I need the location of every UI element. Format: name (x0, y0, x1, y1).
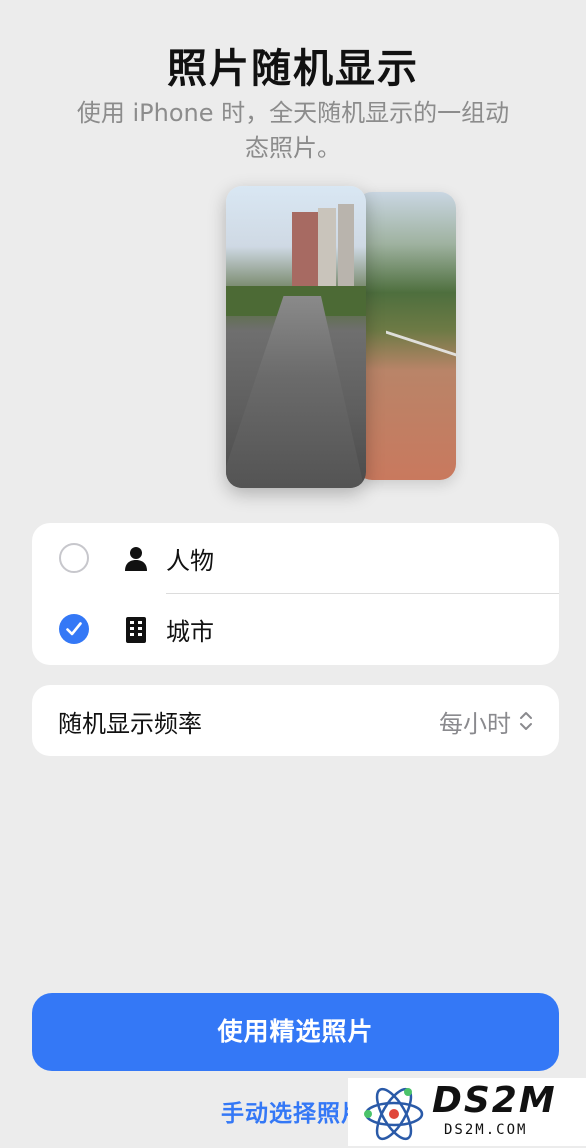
option-label-city: 城市 (166, 618, 214, 646)
preview-photo-stairs (356, 192, 456, 480)
frequency-label: 随机显示频率 (58, 710, 202, 738)
watermark-brand: DS2M (432, 1080, 557, 1121)
option-row-city[interactable]: 城市 (32, 594, 559, 665)
page-title: 照片随机显示 (167, 46, 419, 92)
page-subtitle: 使用 iPhone 时，全天随机显示的一组动态照片。 (76, 99, 510, 162)
person-icon (124, 546, 148, 572)
preview-photo-road (226, 186, 366, 488)
frequency-row[interactable]: 随机显示频率 每小时 (32, 685, 559, 756)
radio-checked[interactable] (59, 614, 89, 644)
building-icon (124, 617, 148, 643)
radio-unchecked[interactable] (59, 543, 89, 573)
photo-preview (226, 186, 458, 488)
use-featured-photos-button[interactable]: 使用精选照片 (32, 993, 559, 1071)
atom-logo-icon (362, 1084, 426, 1144)
album-options-card: 人物 城市 (32, 523, 559, 665)
option-label-people: 人物 (166, 547, 214, 575)
chevron-updown-icon[interactable] (519, 710, 533, 732)
checkmark-icon (66, 622, 82, 636)
watermark: DS2M DS2M.COM (348, 1078, 586, 1146)
watermark-url: DS2M.COM (444, 1122, 528, 1138)
frequency-value[interactable]: 每小时 (439, 704, 511, 739)
option-row-people[interactable]: 人物 (32, 523, 559, 594)
